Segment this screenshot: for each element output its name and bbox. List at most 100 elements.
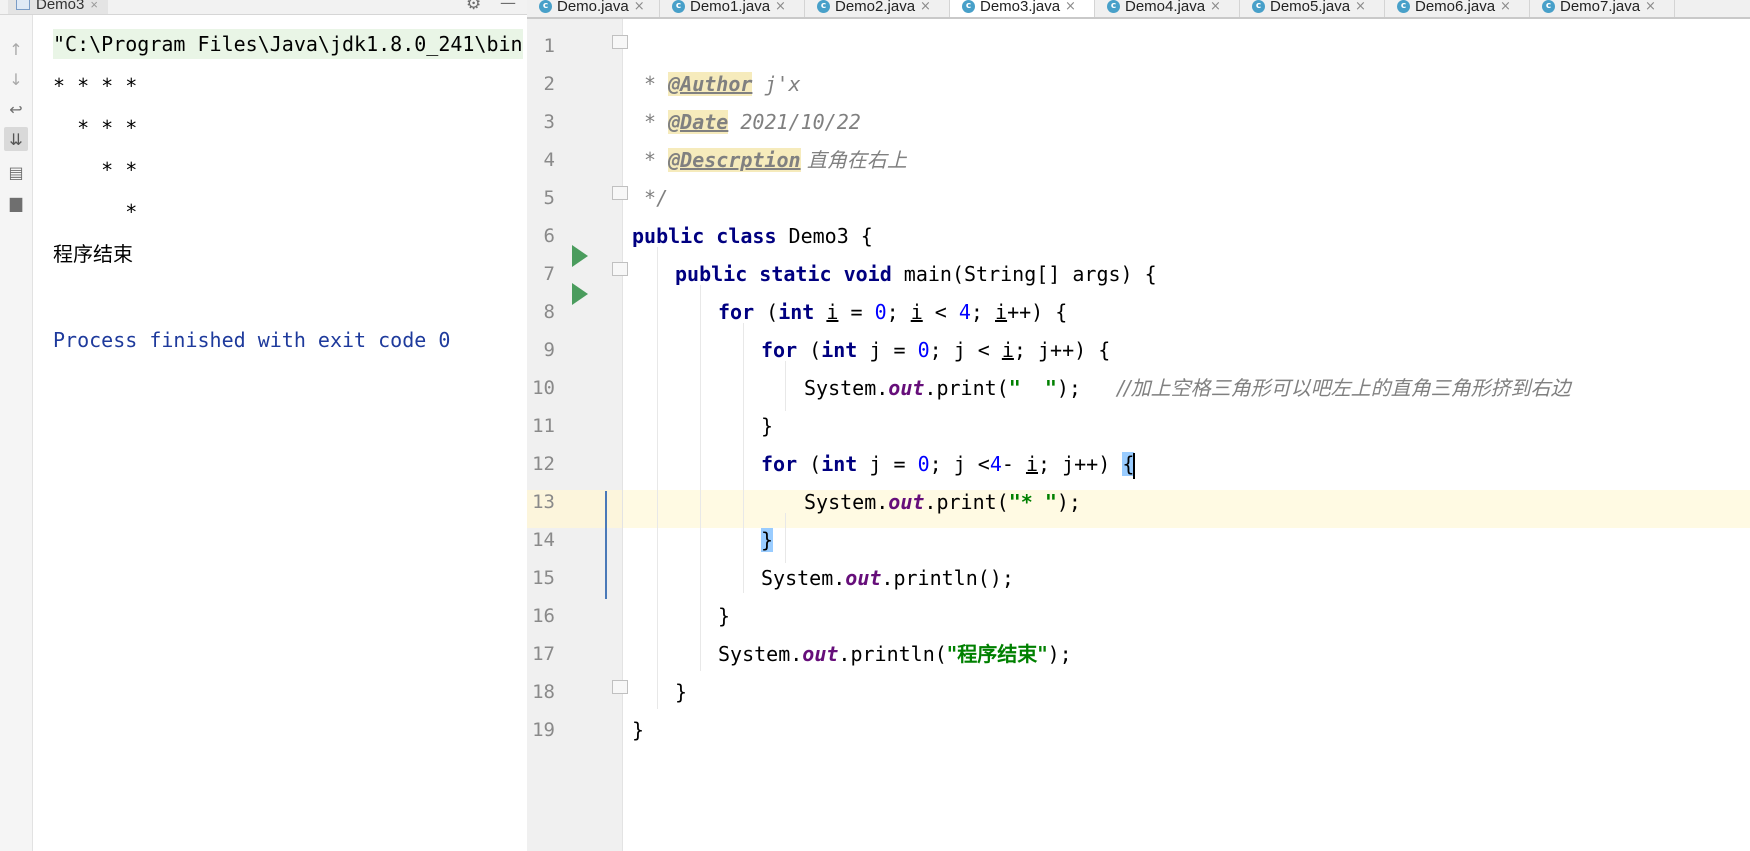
print-icon[interactable]: ▤ [4, 160, 28, 184]
code-line-current: for (int j = 0; j <4- i; j++) { [761, 445, 1136, 483]
tab-demo2-java[interactable]: c Demo2.java × [805, 0, 950, 17]
close-icon[interactable]: × [90, 0, 98, 12]
code-text: ; j++) { [1013, 338, 1111, 362]
run-class-icon[interactable] [572, 245, 588, 267]
minimize-icon[interactable]: — [500, 0, 516, 12]
fold-icon[interactable] [612, 262, 628, 276]
tab-demo1-java[interactable]: c Demo1.java × [660, 0, 805, 17]
scroll-to-end-icon[interactable]: ⇊ [4, 127, 28, 151]
matched-brace: } [761, 528, 774, 552]
tab-label: Demo1.java [690, 0, 771, 15]
string-literal: " " [1008, 376, 1057, 400]
code-line: System.out.println("程序结束"); [718, 635, 1072, 673]
java-class-icon: c [1252, 0, 1265, 13]
console-output[interactable]: "C:\Program Files\Java\jdk1.8.0_241\bin\… [33, 15, 527, 851]
indent-guide [743, 323, 744, 593]
fold-icon[interactable] [612, 186, 628, 200]
code-line: public static void main(String[] args) { [675, 255, 1157, 293]
java-class-icon: c [962, 0, 975, 13]
tab-demo-java[interactable]: c Demo.java × [527, 0, 660, 17]
code-line: System.out.print(" "); //加上空格三角形可以吧左上的直角… [804, 369, 1571, 407]
code-line: System.out.print("* "); [804, 483, 1081, 521]
code-text: System. [718, 642, 803, 666]
tab-label: Demo6.java [1415, 0, 1496, 15]
doc-comment: * [632, 72, 669, 96]
java-class-icon: c [817, 0, 830, 13]
string-literal: "程序结束" [946, 642, 1048, 666]
code-text: ( [797, 338, 822, 362]
indent-guide [785, 513, 786, 563]
close-icon[interactable]: × [775, 0, 786, 14]
keyword: public static void [675, 262, 892, 286]
tab-demo5-java[interactable]: c Demo5.java × [1240, 0, 1385, 17]
console-exit-message: Process finished with exit code 0 [53, 328, 451, 352]
number-literal: 4 [958, 300, 971, 324]
trash-icon[interactable]: ▆ [4, 190, 28, 214]
code-text: ; j++) [1038, 452, 1123, 476]
number-literal: 4 [989, 452, 1002, 476]
fold-icon[interactable] [612, 35, 628, 49]
arrow-up-icon[interactable]: ↑ [4, 37, 28, 61]
run-tab-demo3[interactable]: Demo3 × [8, 0, 108, 14]
code-text: - [1001, 452, 1026, 476]
close-icon[interactable]: × [1500, 0, 1511, 14]
code-line: } [761, 521, 774, 559]
console-icon [16, 0, 30, 10]
code-text: ( [797, 452, 822, 476]
line-number: 7 [543, 263, 555, 285]
soft-wrap-icon[interactable]: ↩ [4, 97, 28, 121]
code-text: .print( [924, 376, 1009, 400]
editor-tab-bar: c Demo.java × c Demo1.java × c Demo2.jav… [527, 0, 1750, 19]
variable: i [995, 300, 1008, 324]
code-text: } [718, 604, 731, 628]
line-number: 5 [543, 187, 555, 209]
code-editor[interactable]: 1 2 3 4 5 6 7 8 9 10 11 12 13 14 15 16 1… [527, 19, 1750, 851]
console-output-line: * * * * [53, 74, 138, 98]
code-text: } [632, 718, 645, 742]
code-text: ); [1056, 376, 1118, 400]
java-class-icon: c [1397, 0, 1410, 13]
code-text: } [761, 414, 774, 438]
keyword: for [718, 300, 755, 324]
line-number: 13 [532, 491, 555, 513]
close-icon[interactable]: × [1645, 0, 1656, 14]
code-text: < [922, 300, 959, 324]
vcs-change-marker[interactable] [605, 491, 607, 599]
tab-label: Demo7.java [1560, 0, 1641, 15]
close-icon[interactable]: × [1210, 0, 1221, 14]
fold-icon[interactable] [612, 680, 628, 694]
java-class-icon: c [1542, 0, 1555, 13]
line-number: 3 [543, 111, 555, 133]
close-icon[interactable]: × [920, 0, 931, 14]
tab-demo3-java[interactable]: c Demo3.java × [950, 0, 1095, 17]
doc-tag: @Date [668, 110, 729, 134]
console-output-line: * [53, 200, 138, 224]
close-icon[interactable]: × [1355, 0, 1366, 14]
code-line: System.out.println(); [761, 559, 1014, 597]
close-icon[interactable]: × [1065, 0, 1076, 14]
arrow-down-icon[interactable]: ↓ [4, 67, 28, 91]
code-text: .println(); [881, 566, 1014, 590]
java-class-icon: c [1107, 0, 1120, 13]
static-field: out [888, 376, 925, 400]
indent-guide [700, 285, 701, 671]
line-number: 12 [532, 453, 555, 475]
line-number: 19 [532, 719, 555, 741]
tab-demo7-java[interactable]: c Demo7.java × [1530, 0, 1675, 17]
line-number: 8 [543, 301, 555, 323]
doc-comment: * [632, 148, 669, 172]
doc-comment: j'x [752, 72, 801, 96]
run-main-icon[interactable] [572, 283, 588, 305]
code-text: ; j < [929, 452, 990, 476]
gear-icon[interactable]: ⚙ [466, 0, 481, 14]
tab-demo4-java[interactable]: c Demo4.java × [1095, 0, 1240, 17]
close-icon[interactable]: × [634, 0, 645, 14]
line-comment: //加上空格三角形可以吧左上的直角三角形挤到右边 [1117, 376, 1571, 400]
tab-demo6-java[interactable]: c Demo6.java × [1385, 0, 1530, 17]
editor-gutter[interactable]: 1 2 3 4 5 6 7 8 9 10 11 12 13 14 15 16 1… [527, 19, 628, 851]
number-literal: 0 [917, 338, 930, 362]
tab-label: Demo4.java [1125, 0, 1206, 15]
code-text: ; [886, 300, 911, 324]
string-literal: "* " [1008, 490, 1057, 514]
number-literal: 0 [917, 452, 930, 476]
